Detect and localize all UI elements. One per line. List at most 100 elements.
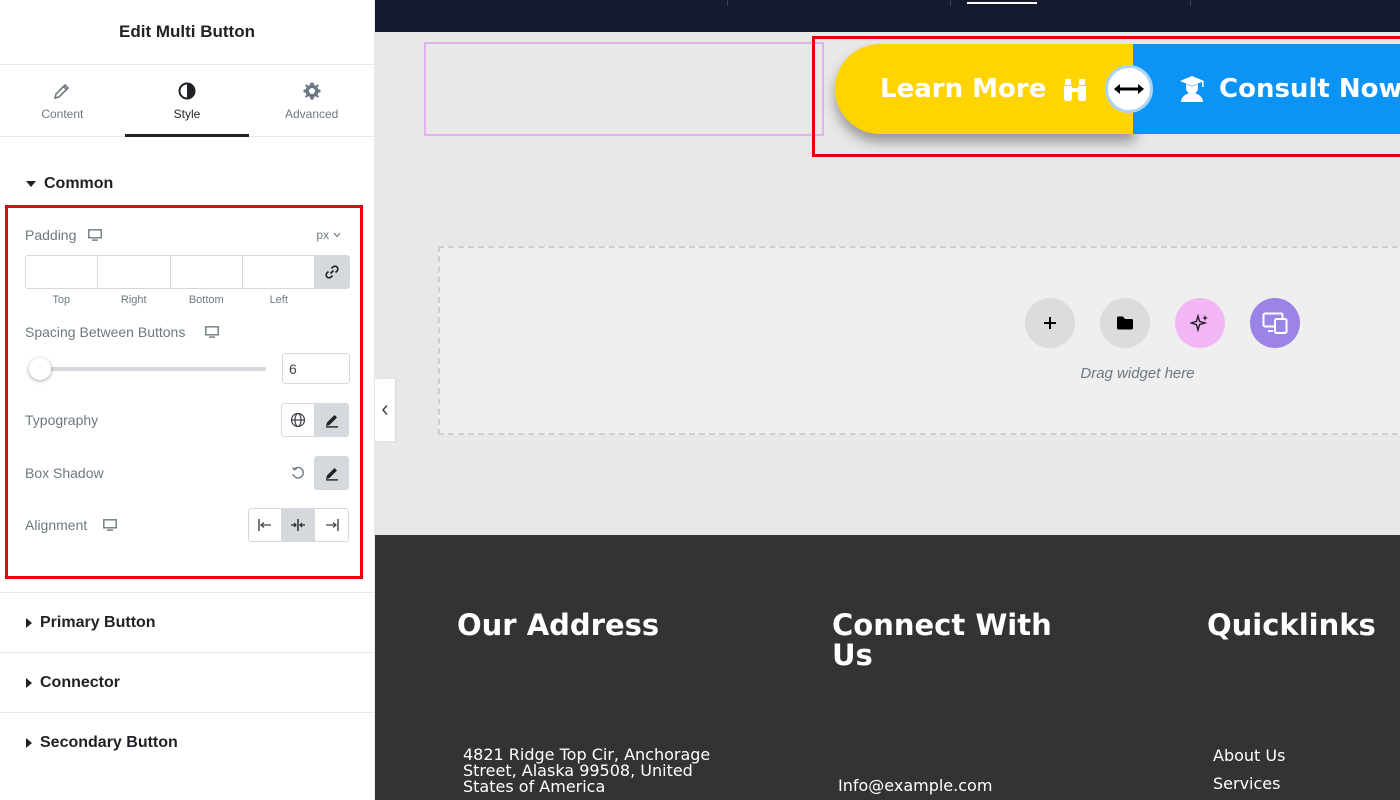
footer-connect-heading-line-1: Connect With [832,608,1052,642]
gear-icon [303,82,321,99]
copy-paste-design-button[interactable] [1250,298,1300,348]
padding-left-label: Left [269,294,288,306]
padding-bottom-input[interactable] [170,256,243,288]
folder-icon [1117,316,1133,330]
alignment-control: Alignment [25,508,349,542]
align-center-icon [291,519,305,531]
tab-advanced[interactable]: Advanced [249,65,374,136]
section-connector[interactable]: Connector [0,652,375,712]
edit-box-shadow-button[interactable] [315,457,348,489]
padding-right-input[interactable] [98,256,171,288]
plus-icon [1044,317,1056,329]
padding-field-labels: Top Right Bottom Left [25,294,315,306]
box-shadow-edit-group [314,456,349,490]
align-center-button[interactable] [282,509,315,541]
section-connector-label: Connector [40,673,120,691]
typography-actions [281,403,349,437]
desktop-icon[interactable] [103,519,118,531]
dropzone-hint: Drag widget here [1080,365,1195,382]
padding-control-header: Padding px [25,226,349,244]
spacing-number-input[interactable]: 6 [282,353,350,384]
desktop-icon[interactable] [205,326,220,338]
ai-generate-button[interactable] [1175,298,1225,348]
unit-select[interactable]: px [316,228,349,242]
padding-left-input[interactable] [242,256,315,288]
add-section-button[interactable] [1025,298,1075,348]
collapse-panel-button[interactable] [375,379,395,441]
address-line-3: States of America [463,777,606,796]
footer-quicklinks-heading: Quicklinks [1207,608,1376,642]
section-primary-label: Primary Button [40,613,156,631]
section-secondary-toggle: Secondary Button [0,734,178,752]
link-values-button[interactable] [315,256,349,288]
global-typography-button[interactable] [282,404,315,436]
link-icon [325,265,339,279]
spacing-control-header: Spacing Between Buttons [25,323,349,341]
footer-email-link[interactable]: Info@example.com [838,776,992,795]
panel-title: Edit Multi Button [119,22,255,41]
box-shadow-actions [290,456,349,490]
tab-style[interactable]: Style [124,65,250,137]
tab-advanced-label: Advanced [284,106,339,121]
section-common-toggle[interactable]: Common [0,172,113,196]
button-connector [1105,65,1153,113]
edit-typography-button[interactable] [315,404,348,436]
chevron-left-icon [381,405,388,415]
padding-label: Padding [25,227,77,243]
tab-content-label: Content [41,106,84,121]
spacing-label: Spacing Between Buttons [25,324,186,340]
caret-right-icon [26,737,32,748]
globe-icon [290,412,306,428]
spacing-slider-handle[interactable] [29,358,51,380]
desktop-icon[interactable] [88,229,103,241]
footer-address-heading: Our Address [457,608,660,642]
align-end-icon [325,519,339,531]
active-menu-indicator [967,2,1037,4]
caret-right-icon [26,617,32,628]
pencil-icon [325,415,338,428]
panel-tabs: Content Style Advanced [0,65,374,137]
typography-control: Typography [25,403,349,437]
caret-right-icon [26,677,32,688]
box-shadow-control: Box Shadow [25,456,349,490]
section-connector-toggle: Connector [0,674,120,692]
menu-divider [950,0,951,6]
caret-down-icon [26,181,36,187]
reset-icon[interactable] [290,465,306,481]
padding-inputs [25,255,350,289]
padding-right-label: Right [120,294,147,306]
footer-link-about[interactable]: About Us [1213,746,1285,765]
chevron-down-icon [333,232,341,238]
site-footer: Our Address 4821 Ridge Top Cir, Anchorag… [375,535,1400,800]
double-arrow-icon [1114,84,1144,94]
menu-divider [727,0,728,6]
menu-divider [1190,0,1191,6]
align-start-icon [258,519,271,531]
pencil-icon [54,83,70,99]
add-template-button[interactable] [1100,298,1150,348]
pencil-icon [325,468,338,481]
tab-style-label: Style [173,106,201,121]
box-shadow-label: Box Shadow [25,465,104,481]
editor-panel: Edit Multi Button Content Style Advanced… [0,0,375,800]
panel-header: Edit Multi Button [0,0,374,65]
padding-top-input[interactable] [26,256,99,288]
section-primary-button[interactable]: Primary Button [0,592,375,652]
padding-bottom-label: Bottom [188,294,224,306]
sparkles-icon [1190,313,1208,333]
padding-top-label: Top [52,294,71,306]
align-left-button[interactable] [249,509,282,541]
unit-value: px [316,228,329,242]
canvas-preview: Learn More Consult Now Drag widget here … [375,0,1400,800]
selected-column-outline[interactable] [424,42,824,136]
align-right-button[interactable] [315,509,348,541]
section-secondary-label: Secondary Button [40,733,178,751]
tab-content[interactable]: Content [0,65,125,136]
contrast-icon [178,82,196,99]
typography-label: Typography [25,412,99,428]
alignment-options [248,508,349,542]
footer-link-services[interactable]: Services [1213,774,1280,793]
section-secondary-button[interactable]: Secondary Button [0,712,375,772]
spacing-slider-track[interactable] [30,367,266,371]
dropzone-actions [1025,298,1300,348]
